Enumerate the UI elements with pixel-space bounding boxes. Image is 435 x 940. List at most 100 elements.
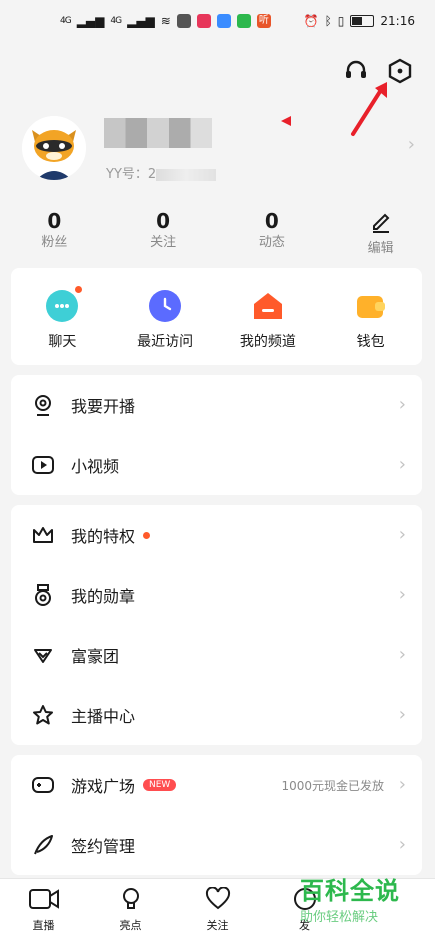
vibrate-icon: ▯ (337, 14, 345, 28)
chevron-right-icon: › (398, 524, 406, 545)
fans-count: 0 (47, 209, 62, 233)
anchor-center-row[interactable]: 主播中心 › (11, 685, 422, 745)
camera-icon (0, 887, 87, 915)
my-channel-button[interactable]: 我的频道 (217, 268, 320, 365)
posts-label: 动态 (258, 235, 285, 250)
app-notification-icon (196, 14, 211, 28)
yy-value-blur (156, 168, 217, 181)
stats-bar: 0 粉丝 0 关注 0 动态 编辑 (0, 208, 435, 258)
profile-chevron-icon[interactable]: › (408, 134, 415, 155)
tab-live[interactable]: 直播 (0, 879, 87, 940)
menu-group-live: 我要开播 › 小视频 › (11, 375, 422, 495)
fans-stat[interactable]: 0 粉丝 (0, 208, 109, 258)
chat-icon (46, 286, 83, 322)
edit-button[interactable]: 编辑 (326, 208, 435, 258)
recent-visits-button[interactable]: 最近访问 (114, 268, 217, 365)
battery-icon (350, 15, 375, 27)
my-privileges-row[interactable]: 我的特权 › (11, 505, 422, 565)
chevron-right-icon: › (398, 584, 406, 605)
signal-2: 4G (110, 16, 122, 26)
status-bar: 4G ▂▄▆ 4G ▂▄▆ ≋ 听 ⏰ ᛒ ▯ 21:16 (0, 0, 435, 46)
menu-group-privileges: 我的特权 › 我的勋章 › 富豪团 › 主播中心 › (11, 505, 422, 745)
game-plaza-label: 游戏广场 (71, 777, 136, 796)
anchor-center-label: 主播中心 (71, 707, 136, 726)
username-blurred (104, 118, 212, 148)
app-notification-icon: 听 (256, 14, 271, 28)
my-channel-label: 我的频道 (239, 334, 296, 350)
chevron-right-icon: › (398, 774, 406, 795)
fans-label: 粉丝 (41, 235, 68, 250)
chat-label: 聊天 (48, 334, 77, 350)
my-medals-row[interactable]: 我的勋章 › (11, 565, 422, 625)
short-video-row[interactable]: 小视频 › (11, 435, 422, 495)
webcam-icon (32, 394, 54, 416)
tab-highlights-label: 亮点 (119, 919, 142, 932)
rich-club-row[interactable]: 富豪团 › (11, 625, 422, 685)
watermark: 百科全说 助你轻松解决 (300, 876, 430, 936)
start-live-label: 我要开播 (71, 397, 136, 416)
chevron-right-icon: › (398, 454, 406, 475)
contract-management-label: 签约管理 (71, 837, 136, 856)
yy-number: YY号：2 (106, 163, 217, 182)
clock-time: 21:16 (380, 14, 415, 28)
tab-highlights[interactable]: 亮点 (87, 879, 174, 940)
tab-following-label: 关注 (206, 919, 229, 932)
yy-label: YY号： (106, 167, 148, 182)
heart-icon (174, 886, 261, 915)
tab-following[interactable]: 关注 (174, 879, 261, 940)
red-arrow-annotation (351, 82, 387, 136)
yy-value: 2 (147, 167, 157, 182)
alarm-icon: ⏰ (303, 14, 319, 28)
rich-club-label: 富豪团 (71, 647, 120, 666)
game-plaza-row[interactable]: 游戏广场 NEW 1000元现金已发放 › (11, 755, 422, 815)
new-dot (143, 531, 151, 539)
following-count: 0 (156, 209, 171, 233)
edit-pencil-icon (326, 208, 435, 240)
crown-icon (32, 524, 54, 546)
new-badge: NEW (143, 779, 177, 791)
tab-live-label: 直播 (32, 919, 55, 932)
star-icon (32, 704, 54, 726)
quick-actions-card: 聊天 最近访问 我的频道 钱包 (11, 268, 422, 365)
house-icon (252, 290, 284, 322)
medal-icon (32, 584, 54, 606)
wallet-button[interactable]: 钱包 (319, 268, 422, 365)
my-privileges-label: 我的特权 (71, 527, 136, 546)
chat-button[interactable]: 聊天 (11, 268, 114, 365)
bluetooth-icon: ᛒ (324, 14, 332, 28)
chevron-right-icon: › (398, 834, 406, 855)
contract-management-row[interactable]: 签约管理 › (11, 815, 422, 875)
wallet-icon (355, 290, 387, 322)
wallet-label: 钱包 (356, 334, 385, 350)
following-stat[interactable]: 0 关注 (109, 208, 218, 258)
recent-visits-label: 最近访问 (137, 334, 194, 350)
chevron-right-icon: › (398, 644, 406, 665)
game-promo-text: 1000元现金已发放 (281, 779, 384, 793)
chevron-right-icon: › (398, 394, 406, 415)
feather-icon (32, 834, 54, 856)
clock-icon (149, 290, 182, 322)
short-video-label: 小视频 (71, 457, 120, 476)
watermark-subtitle: 助你轻松解决 (300, 910, 379, 925)
play-icon (32, 454, 54, 476)
start-live-row[interactable]: 我要开播 › (11, 375, 422, 435)
signal-bars-icon: ▂▄▆ (76, 14, 105, 28)
my-medals-label: 我的勋章 (71, 587, 136, 606)
app-notification-icon (176, 14, 191, 28)
chevron-right-icon: › (398, 704, 406, 725)
gamepad-icon (32, 774, 54, 796)
posts-stat[interactable]: 0 动态 (218, 208, 327, 258)
following-label: 关注 (150, 235, 177, 250)
watermark-title: 百科全说 (300, 877, 400, 905)
diamond-icon (32, 644, 54, 666)
app-notification-icon (216, 14, 231, 28)
app-notification-icon (236, 14, 251, 28)
signal-1: 4G (60, 16, 72, 26)
posts-count: 0 (264, 209, 279, 233)
unread-dot (75, 286, 83, 293)
menu-group-games: 游戏广场 NEW 1000元现金已发放 › 签约管理 › (11, 755, 422, 875)
avatar[interactable] (22, 116, 86, 180)
bulb-icon (87, 887, 174, 915)
signal-bars-icon: ▂▄▆ (127, 14, 155, 28)
edit-label: 编辑 (367, 241, 394, 256)
